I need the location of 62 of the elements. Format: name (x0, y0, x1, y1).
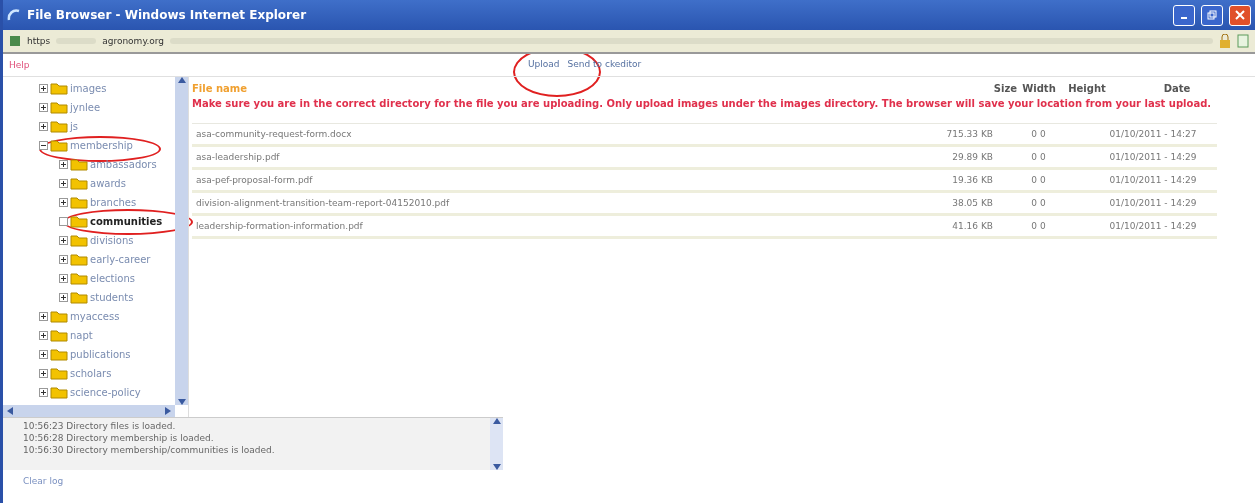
file-width: 0 (1030, 152, 1037, 162)
file-size: 38.05 KB (951, 198, 993, 208)
column-header[interactable]: Size (917, 83, 1017, 94)
file-date: 01/10/2011 - 14:29 (1108, 221, 1198, 231)
help-link[interactable]: Help (9, 60, 30, 70)
tree-item[interactable]: science-policy (39, 383, 175, 402)
url-scheme: https (27, 36, 51, 46)
log-line: 10:56:30 Directory membership/communities is loaded. (23, 445, 276, 455)
tree-item[interactable]: awards (59, 174, 175, 193)
file-size: 715.33 KB (945, 129, 993, 139)
tree-item[interactable]: communities (59, 212, 175, 231)
tree-item[interactable]: publications (39, 345, 175, 364)
file-height: 0 (1039, 198, 1047, 208)
file-height: 0 (1039, 129, 1047, 139)
tree-item[interactable]: napt (39, 326, 175, 345)
tree-item[interactable]: students (59, 288, 175, 307)
file-height: 0 (1039, 221, 1047, 231)
file-name: asa-pef-proposal-form.pdf (196, 175, 314, 185)
column-header[interactable]: Height (1061, 83, 1113, 94)
file-width: 0 (1030, 129, 1037, 139)
column-header[interactable]: Width (1017, 83, 1061, 94)
tree-item[interactable]: js (39, 117, 175, 136)
file-date: 01/10/2011 - 14:29 (1108, 198, 1198, 208)
log-line: 10:56:23 Directory files is loaded. (23, 421, 177, 431)
file-row[interactable]: leadership-formation-information.pdf 41.16 KB 0 0 01/10/2011 - 14:29 (192, 216, 1217, 239)
file-name: division-alignment-transition-team-report-04152010.pdf (196, 198, 451, 208)
tree-item[interactable]: elections (59, 269, 175, 288)
file-height: 0 (1039, 175, 1047, 185)
tree-item[interactable]: early-career (59, 250, 175, 269)
warning-text: Make sure you are in the correct directory for the file you are uploading. Only upload images under the images directory. The browser will save your location from your last upload. (192, 97, 1213, 111)
file-name: leadership-formation-information.pdf (196, 221, 364, 231)
file-width: 0 (1030, 221, 1037, 231)
tree-item[interactable]: divisions (59, 231, 175, 250)
tree-item[interactable]: images (39, 79, 175, 98)
file-width: 0 (1030, 175, 1037, 185)
log-line: 10:56:28 Directory membership is loaded. (23, 433, 215, 443)
file-name: asa-leadership.pdf (196, 152, 281, 162)
column-header[interactable]: Date (1113, 83, 1241, 94)
tree-item[interactable]: ambassadors (59, 155, 175, 174)
file-size: 19.36 KB (951, 175, 993, 185)
column-header[interactable]: File name (192, 83, 917, 94)
file-height: 0 (1039, 152, 1047, 162)
file-date: 01/10/2011 - 14:29 (1108, 152, 1198, 162)
clear-log-link[interactable]: Clear log (23, 476, 1235, 486)
window-title: File Browser - Windows Internet Explorer (27, 8, 308, 22)
file-row[interactable]: division-alignment-transition-team-report-04152010.pdf 38.05 KB 0 0 01/10/2011 - 14:29 (192, 193, 1217, 216)
file-row[interactable]: asa-community-request-form.docx 715.33 KB 0 0 01/10/2011 - 14:27 (192, 124, 1217, 147)
tree-item[interactable]: branches (59, 193, 175, 212)
file-size: 29.89 KB (951, 152, 993, 162)
file-date: 01/10/2011 - 14:27 (1108, 129, 1198, 139)
tree-item[interactable]: membership (39, 136, 175, 155)
tree-item[interactable]: scholars (39, 364, 175, 383)
file-name: asa-community-request-form.docx (196, 129, 353, 139)
tree-item[interactable]: jynlee (39, 98, 175, 117)
url-domain: agronomy.org (102, 36, 165, 46)
toolbar-link[interactable]: Upload (528, 59, 560, 69)
file-row[interactable]: asa-leadership.pdf 29.89 KB 0 0 01/10/2011 - 14:29 (192, 147, 1217, 170)
file-size: 41.16 KB (951, 221, 993, 231)
file-width: 0 (1030, 198, 1037, 208)
tree-item[interactable]: myaccess (39, 307, 175, 326)
file-row[interactable]: asa-pef-proposal-form.pdf 19.36 KB 0 0 01/10/2011 - 14:29 (192, 170, 1217, 193)
file-date: 01/10/2011 - 14:29 (1108, 175, 1198, 185)
